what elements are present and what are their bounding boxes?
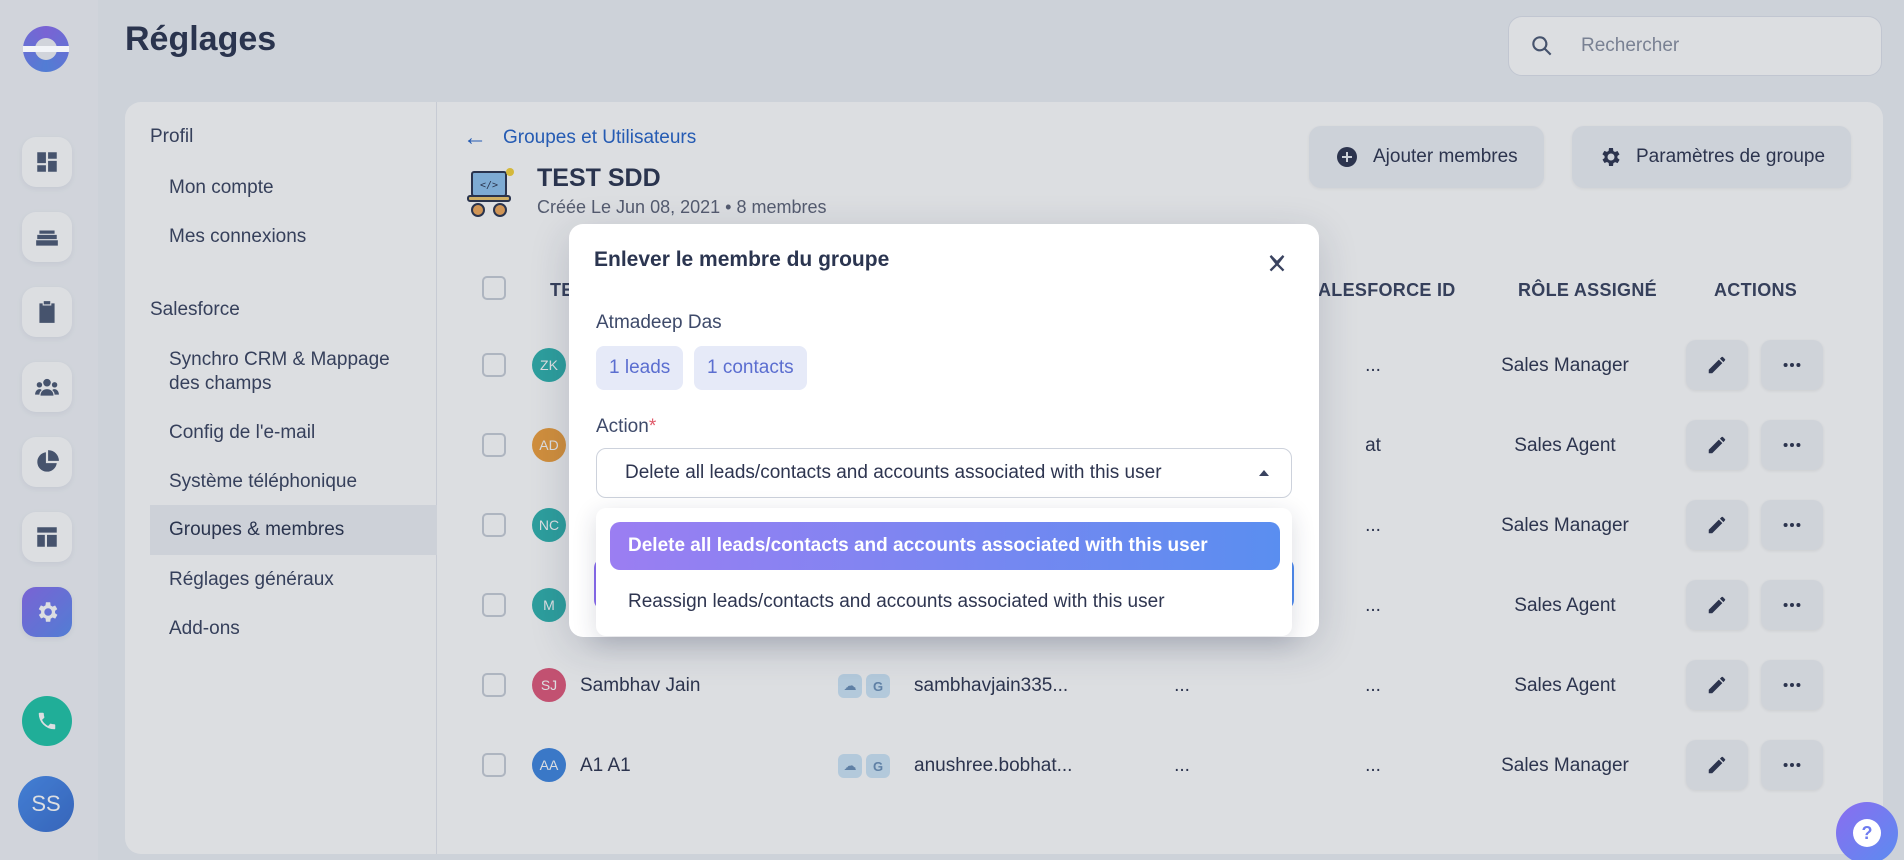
action-select-value: Delete all leads/contacts and accounts a… bbox=[625, 462, 1162, 483]
action-dropdown-menu: Delete all leads/contacts and accounts a… bbox=[596, 508, 1292, 636]
dropdown-option-reassign[interactable]: Reassign leads/contacts and accounts ass… bbox=[610, 578, 1280, 626]
caret-up-icon bbox=[1259, 470, 1269, 476]
contacts-count-chip: 1 contacts bbox=[694, 346, 807, 390]
dropdown-option-delete[interactable]: Delete all leads/contacts and accounts a… bbox=[610, 522, 1280, 570]
action-label-text: Action bbox=[596, 416, 649, 437]
close-icon[interactable] bbox=[1263, 250, 1291, 278]
modal-title: Enlever le membre du groupe bbox=[594, 248, 890, 271]
help-button[interactable]: ? bbox=[1836, 802, 1898, 860]
action-select[interactable]: Delete all leads/contacts and accounts a… bbox=[596, 448, 1292, 498]
required-mark: * bbox=[648, 416, 657, 437]
leads-count-chip: 1 leads bbox=[596, 346, 684, 390]
action-field-label: Action* bbox=[596, 416, 656, 438]
member-name: Atmadeep Das bbox=[596, 312, 722, 333]
help-icon: ? bbox=[1853, 819, 1881, 847]
